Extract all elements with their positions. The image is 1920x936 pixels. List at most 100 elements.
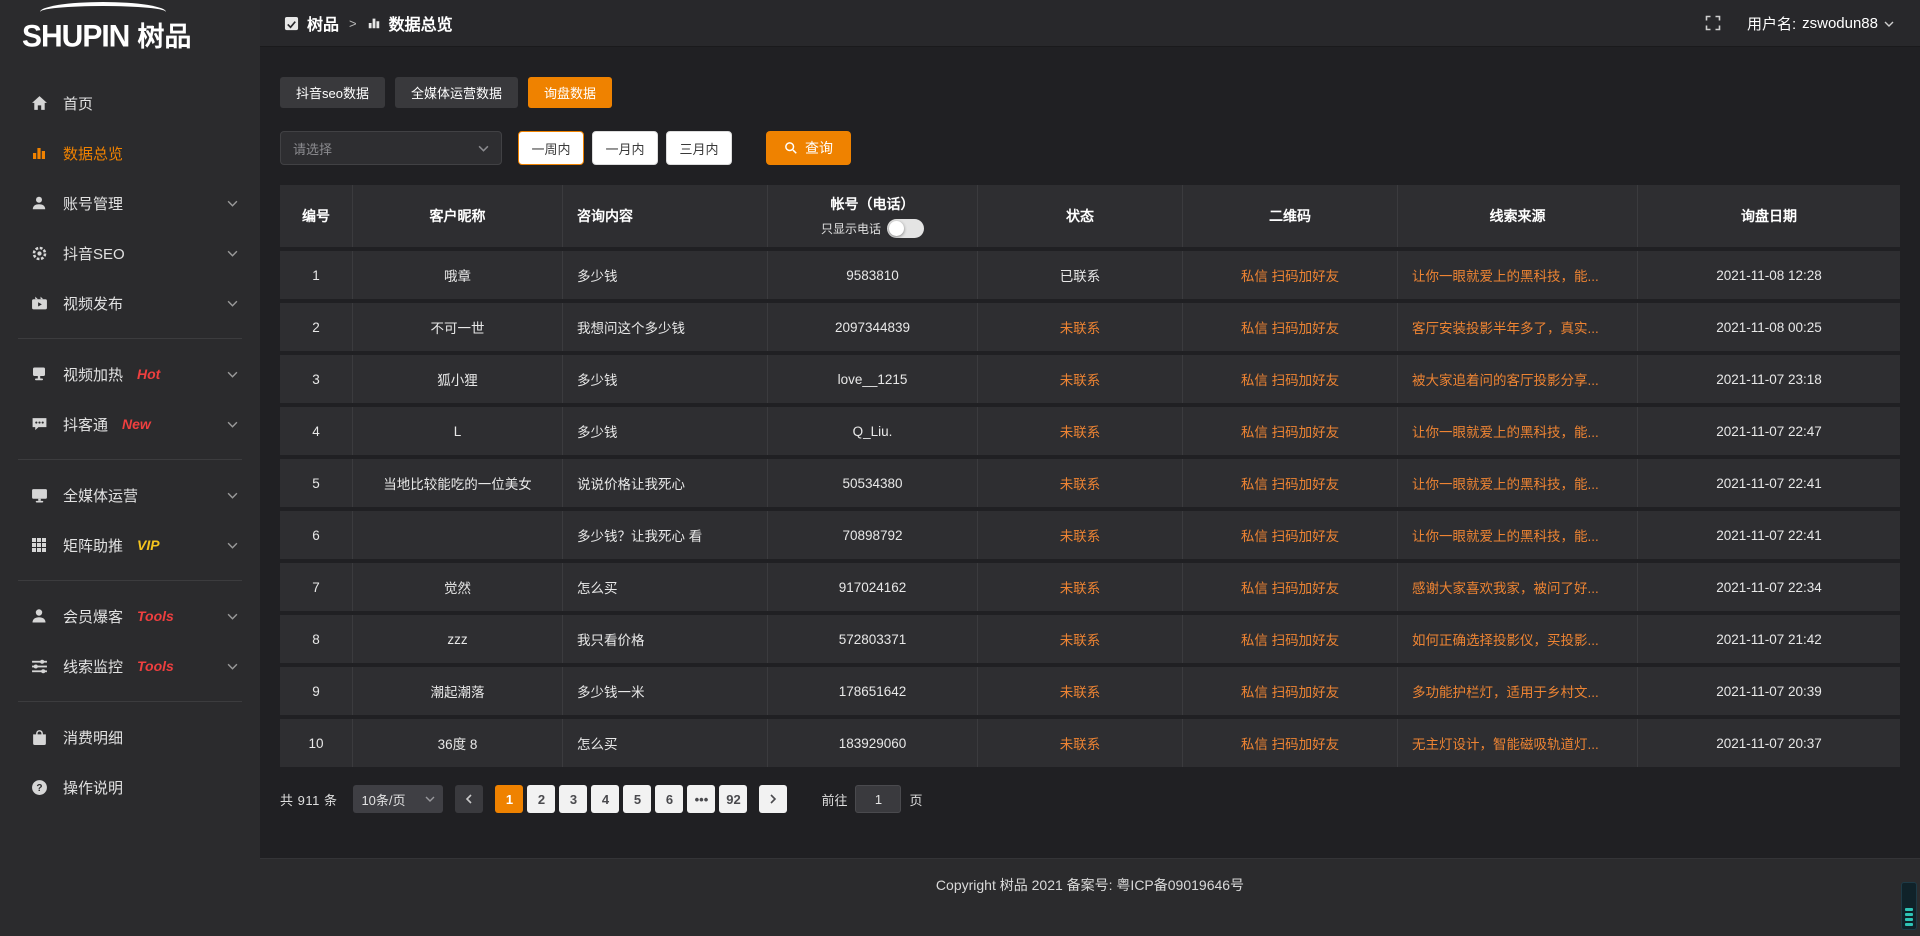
cell-qrcode-link[interactable]: 私信 扫码加好友	[1183, 667, 1398, 715]
cell-status: 未联系	[978, 303, 1183, 351]
sidebar-item-label: 全媒体运营	[63, 485, 138, 506]
sidebar-item-矩阵助推[interactable]: 矩阵助推VIP	[0, 520, 260, 570]
sidebar-menu: 首页数据总览账号管理抖音SEO视频发布视频加热Hot抖客通New 全媒体运营矩阵助…	[0, 62, 260, 812]
page-button-1[interactable]: 1	[495, 785, 523, 813]
cell-account: 70898792	[768, 511, 978, 559]
cell-source-link[interactable]: 多功能护栏灯，适用于乡村文...	[1398, 667, 1638, 715]
sidebar-item-数据总览[interactable]: 数据总览	[0, 128, 260, 178]
cell-source-link[interactable]: 让你一眼就爱上的黑科技，能...	[1398, 459, 1638, 507]
period-button-一月内[interactable]: 一月内	[592, 131, 658, 165]
sidebar-item-会员爆客[interactable]: 会员爆客Tools	[0, 591, 260, 641]
cell-qrcode-link[interactable]: 私信 扫码加好友	[1183, 251, 1398, 299]
tab-询盘数据[interactable]: 询盘数据	[528, 77, 612, 108]
cell-account: 183929060	[768, 719, 978, 767]
help-icon: ?	[30, 778, 48, 796]
goto-page-input[interactable]	[855, 785, 901, 813]
search-icon	[784, 141, 798, 155]
breadcrumb-root[interactable]: 树品	[307, 11, 339, 35]
cell-source-link[interactable]: 被大家追着问的客厅投影分享...	[1398, 355, 1638, 403]
page-button-3[interactable]: 3	[559, 785, 587, 813]
select-placeholder: 请选择	[293, 139, 332, 158]
table-row: 1哦章多少钱9583810已联系私信 扫码加好友让你一眼就爱上的黑科技，能...…	[280, 251, 1900, 299]
tab-抖音seo数据[interactable]: 抖音seo数据	[280, 77, 385, 108]
cell-account: 178651642	[768, 667, 978, 715]
chevron-down-icon	[227, 613, 238, 620]
sidebar-item-全媒体运营[interactable]: 全媒体运营	[0, 470, 260, 520]
phone-only-toggle[interactable]	[887, 219, 924, 238]
sidebar-item-label: 消费明细	[63, 727, 123, 748]
fullscreen-icon[interactable]	[1705, 15, 1721, 31]
table-row: 3狐小狸多少钱love__1215未联系私信 扫码加好友被大家追着问的客厅投影分…	[280, 355, 1900, 403]
header-content: 咨询内容	[563, 185, 768, 247]
cell-date: 2021-11-08 00:25	[1638, 303, 1900, 351]
sidebar-item-消费明细[interactable]: 消费明细	[0, 712, 260, 762]
next-page-button[interactable]	[759, 785, 787, 813]
pagination: 共 911 条 10条/页 123456•••92 前往 页	[280, 785, 1900, 813]
cell-nickname: 哦章	[353, 251, 563, 299]
cell-qrcode-link[interactable]: 私信 扫码加好友	[1183, 459, 1398, 507]
topbar: 树品 > 数据总览 用户名: zswodun88	[260, 0, 1920, 47]
video-icon	[30, 294, 48, 312]
chevron-down-icon	[478, 145, 489, 152]
breadcrumb-current: 数据总览	[389, 11, 453, 35]
page-button-5[interactable]: 5	[623, 785, 651, 813]
cell-qrcode-link[interactable]: 私信 扫码加好友	[1183, 563, 1398, 611]
bar-chart-icon	[367, 16, 381, 30]
period-button-一周内[interactable]: 一周内	[518, 131, 584, 165]
page-ellipsis-button[interactable]: •••	[687, 785, 715, 813]
cell-account: 50534380	[768, 459, 978, 507]
period-button-三月内[interactable]: 三月内	[666, 131, 732, 165]
page-buttons: 123456•••92	[491, 785, 747, 813]
sidebar-item-label: 线索监控	[63, 656, 123, 677]
chevron-down-icon	[227, 371, 238, 378]
tab-全媒体运营数据[interactable]: 全媒体运营数据	[395, 77, 518, 108]
cell-source-link[interactable]: 让你一眼就爱上的黑科技，能...	[1398, 407, 1638, 455]
sidebar-item-视频发布[interactable]: 视频发布	[0, 278, 260, 328]
cell-source-link[interactable]: 让你一眼就爱上的黑科技，能...	[1398, 511, 1638, 559]
cell-qrcode-link[interactable]: 私信 扫码加好友	[1183, 355, 1398, 403]
cell-qrcode-link[interactable]: 私信 扫码加好友	[1183, 615, 1398, 663]
sidebar-item-抖音SEO[interactable]: 抖音SEO	[0, 228, 260, 278]
cell-source-link[interactable]: 客厅安装投影半年多了，真实...	[1398, 303, 1638, 351]
cell-qrcode-link[interactable]: 私信 扫码加好友	[1183, 511, 1398, 559]
sidebar-item-抖客通[interactable]: 抖客通New	[0, 399, 260, 449]
sidebar-item-视频加热[interactable]: 视频加热Hot	[0, 349, 260, 399]
page-button-2[interactable]: 2	[527, 785, 555, 813]
main-area: 树品 > 数据总览 用户名: zswodun88 抖音seo数据全媒体运营数据询…	[260, 0, 1920, 936]
cell-status: 未联系	[978, 615, 1183, 663]
cell-status: 已联系	[978, 251, 1183, 299]
cell-qrcode-link[interactable]: 私信 扫码加好友	[1183, 303, 1398, 351]
cell-date: 2021-11-07 22:34	[1638, 563, 1900, 611]
page-button-6[interactable]: 6	[655, 785, 683, 813]
prev-page-button[interactable]	[455, 785, 483, 813]
page-button-92[interactable]: 92	[719, 785, 747, 813]
cell-qrcode-link[interactable]: 私信 扫码加好友	[1183, 407, 1398, 455]
cell-date: 2021-11-07 22:47	[1638, 407, 1900, 455]
cell-nickname: 狐小狸	[353, 355, 563, 403]
sidebar-item-首页[interactable]: 首页	[0, 78, 260, 128]
header-qrcode: 二维码	[1183, 185, 1398, 247]
cell-source-link[interactable]: 感谢大家喜欢我家，被问了好...	[1398, 563, 1638, 611]
grid-icon	[30, 536, 48, 554]
page-button-4[interactable]: 4	[591, 785, 619, 813]
cell-source-link[interactable]: 让你一眼就爱上的黑科技，能...	[1398, 251, 1638, 299]
cell-source-link[interactable]: 无主灯设计，智能磁吸轨道灯...	[1398, 719, 1638, 767]
sidebar-divider	[18, 459, 242, 460]
sidebar-item-操作说明[interactable]: ?操作说明	[0, 762, 260, 812]
cell-account: Q_Liu.	[768, 407, 978, 455]
username-value: zswodun88	[1802, 15, 1878, 32]
table-row: 1036度 8怎么买183929060未联系私信 扫码加好友无主灯设计，智能磁吸…	[280, 719, 1900, 767]
cell-qrcode-link[interactable]: 私信 扫码加好友	[1183, 719, 1398, 767]
sidebar-item-线索监控[interactable]: 线索监控Tools	[0, 641, 260, 691]
cell-date: 2021-11-07 20:39	[1638, 667, 1900, 715]
expense-icon	[30, 728, 48, 746]
query-button[interactable]: 查询	[766, 131, 851, 165]
account-select[interactable]: 请选择	[280, 131, 502, 165]
cell-source-link[interactable]: 如何正确选择投影仪，买投影...	[1398, 615, 1638, 663]
page-size-select[interactable]: 10条/页	[353, 785, 443, 813]
filter-bar: 请选择 一周内一月内三月内 查询	[280, 131, 1900, 165]
sidebar-item-label: 首页	[63, 93, 93, 114]
sidebar-item-账号管理[interactable]: 账号管理	[0, 178, 260, 228]
header-account-label: 帐号（电话）	[831, 194, 915, 214]
user-menu[interactable]: 用户名: zswodun88	[1747, 13, 1894, 34]
